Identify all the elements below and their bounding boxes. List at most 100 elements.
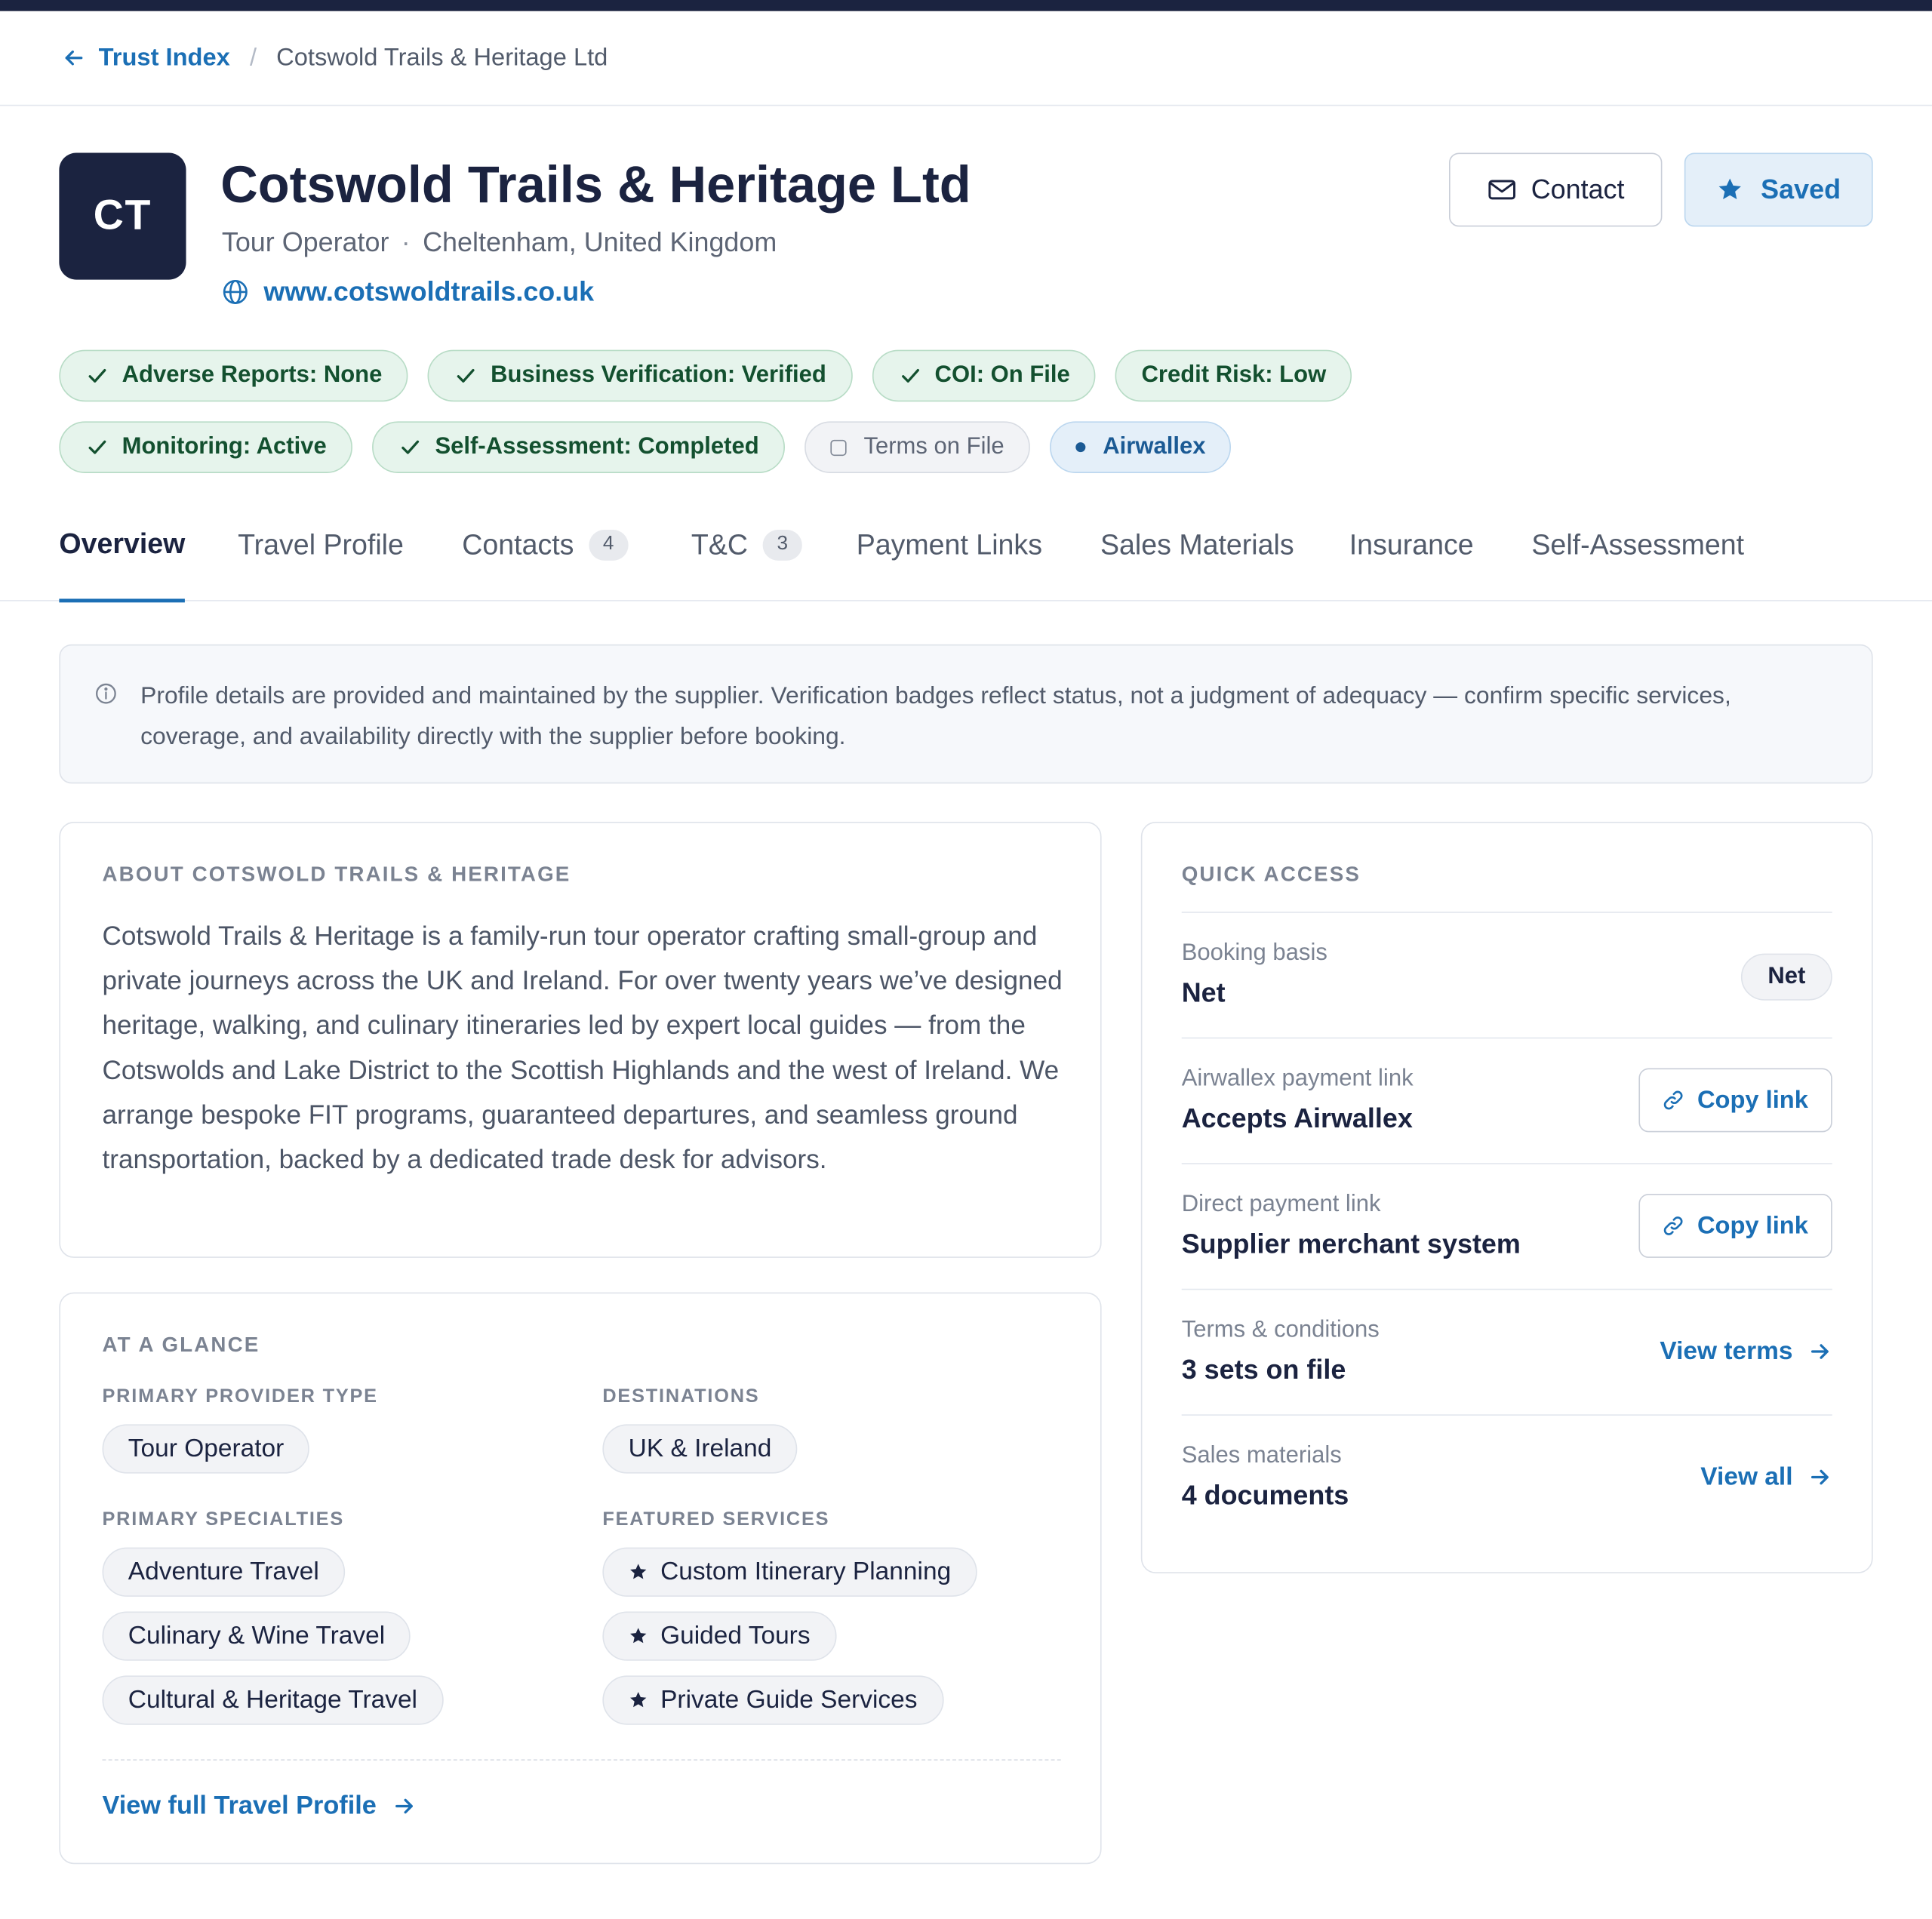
service-chip: Private Guide Services bbox=[602, 1675, 943, 1725]
copy-label: Copy link bbox=[1697, 1086, 1808, 1114]
tab-label: T&C bbox=[691, 527, 749, 561]
tab-overview[interactable]: Overview bbox=[59, 488, 186, 603]
badge-label: Terms on File bbox=[863, 433, 1004, 460]
tab-travel-profile[interactable]: Travel Profile bbox=[238, 488, 404, 601]
row-label: Booking basis bbox=[1181, 940, 1327, 966]
badge-label: Monitoring: Active bbox=[122, 433, 327, 460]
quick-access-heading: Quick access bbox=[1181, 862, 1361, 886]
glance-heading: At a glance bbox=[102, 1333, 260, 1357]
contact-label: Contact bbox=[1531, 174, 1625, 205]
tab-label: Travel Profile bbox=[238, 527, 404, 561]
service-chip: Guided Tours bbox=[602, 1611, 836, 1661]
tab-label: Sales Materials bbox=[1100, 527, 1294, 561]
arrow-right-icon bbox=[1810, 1344, 1829, 1359]
row-label: Terms & conditions bbox=[1181, 1317, 1380, 1343]
chip-label: Guided Tours bbox=[660, 1621, 811, 1650]
booking-basis-pill: Net bbox=[1740, 953, 1832, 1001]
tab-self-assessment[interactable]: Self-Assessment bbox=[1531, 488, 1744, 601]
link-label: View full Travel Profile bbox=[102, 1791, 377, 1820]
chip-label: Private Guide Services bbox=[660, 1685, 918, 1714]
services-label: Featured services bbox=[602, 1508, 830, 1530]
tab-label: Contacts bbox=[462, 527, 574, 561]
about-body: Cotswold Trails & Heritage is a family-r… bbox=[102, 921, 1063, 1174]
destination-chip: UK & Ireland bbox=[602, 1424, 798, 1474]
page-title: Cotswold Trails & Heritage Ltd bbox=[220, 155, 971, 214]
chip-label: Adventure Travel bbox=[128, 1557, 319, 1586]
arrow-left-icon bbox=[65, 50, 83, 66]
link-icon bbox=[1664, 1090, 1684, 1110]
service-chip: Custom Itinerary Planning bbox=[602, 1547, 977, 1597]
chip-label: UK & Ireland bbox=[628, 1434, 772, 1462]
row-value: Accepts Airwallex bbox=[1181, 1103, 1413, 1134]
tab-insurance[interactable]: Insurance bbox=[1349, 488, 1474, 601]
row-value: Net bbox=[1181, 976, 1226, 1008]
tab-payment-links[interactable]: Payment Links bbox=[857, 488, 1042, 601]
copy-airwallex-link-button[interactable]: Copy link bbox=[1638, 1068, 1832, 1133]
link-icon bbox=[1664, 1216, 1684, 1235]
booking-basis-row: Booking basis Net Net bbox=[1181, 912, 1832, 1038]
row-value: 4 documents bbox=[1181, 1479, 1349, 1511]
tab-label: Overview bbox=[59, 526, 186, 559]
star-icon bbox=[630, 1628, 647, 1644]
airwallex-link-row: Airwallex payment link Accepts Airwallex… bbox=[1181, 1037, 1832, 1164]
direct-link-row: Direct payment link Supplier merchant sy… bbox=[1181, 1163, 1832, 1289]
saved-label: Saved bbox=[1761, 174, 1841, 205]
link-label: View terms bbox=[1660, 1336, 1793, 1365]
glance-divider bbox=[102, 1759, 1061, 1761]
specialties-label: Primary specialties bbox=[102, 1508, 345, 1530]
checkbox-icon bbox=[830, 439, 847, 456]
tab-count-badge: 3 bbox=[762, 529, 802, 561]
provider-type-chip: Tour Operator bbox=[102, 1424, 310, 1474]
breadcrumb-current: Cotswold Trails & Heritage Ltd bbox=[276, 43, 608, 71]
saved-button[interactable]: Saved bbox=[1684, 152, 1873, 227]
star-icon bbox=[630, 1564, 647, 1579]
chip-label: Cultural & Heritage Travel bbox=[128, 1685, 418, 1714]
check-icon bbox=[901, 368, 919, 383]
view-terms-link[interactable]: View terms bbox=[1660, 1336, 1832, 1366]
badge-adverse-reports: Adverse Reports: None bbox=[59, 349, 408, 402]
row-value: 3 sets on file bbox=[1181, 1354, 1346, 1385]
tab-sales-materials[interactable]: Sales Materials bbox=[1100, 488, 1294, 601]
tab-label: Insurance bbox=[1349, 527, 1474, 561]
badge-label: Adverse Reports: None bbox=[122, 361, 383, 389]
tab-count-badge: 4 bbox=[589, 529, 629, 561]
view-all-sales-link[interactable]: View all bbox=[1700, 1462, 1832, 1492]
badge-label: Credit Risk: Low bbox=[1141, 361, 1327, 389]
breadcrumb-separator: / bbox=[249, 43, 257, 71]
tab-bar: Overview Travel Profile Contacts 4 T&C 3 P… bbox=[0, 488, 1932, 603]
about-card: About Cotswold Trails & Heritage Cotswol… bbox=[59, 821, 1102, 1258]
company-logo: CT bbox=[59, 152, 186, 280]
check-icon bbox=[88, 368, 106, 383]
badge-airwallex: Airwallex bbox=[1050, 421, 1232, 473]
website-link[interactable]: www.cotswoldtrails.co.uk bbox=[222, 276, 594, 308]
tab-contacts[interactable]: Contacts 4 bbox=[462, 488, 629, 601]
destinations-label: Destinations bbox=[602, 1385, 760, 1407]
about-heading: About Cotswold Trails & Heritage bbox=[102, 862, 571, 886]
badge-business-verification: Business Verification: Verified bbox=[427, 349, 853, 402]
badge-label: Airwallex bbox=[1103, 433, 1206, 460]
contact-button[interactable]: Contact bbox=[1448, 152, 1663, 227]
info-notice: Profile details are provided and maintai… bbox=[59, 644, 1873, 784]
badge-row-2: Monitoring: Active Self-Assessment: Comp… bbox=[59, 421, 1414, 473]
view-travel-profile-link[interactable]: View full Travel Profile bbox=[103, 1791, 417, 1821]
company-location: Cheltenham, United Kingdom bbox=[423, 226, 777, 258]
breadcrumb: Trust Index / Cotswold Trails & Heritage… bbox=[0, 11, 1932, 106]
sales-materials-row: Sales materials 4 documents View all bbox=[1181, 1414, 1832, 1540]
copy-direct-link-button[interactable]: Copy link bbox=[1638, 1194, 1832, 1258]
tab-label: Payment Links bbox=[856, 527, 1042, 561]
info-icon bbox=[96, 683, 116, 704]
page: Trust Index / Cotswold Trails & Heritage… bbox=[0, 0, 1932, 1919]
specialty-chip: Culinary & Wine Travel bbox=[102, 1611, 411, 1661]
provider-type: Tour Operator bbox=[221, 226, 389, 258]
breadcrumb-back-link[interactable]: Trust Index bbox=[62, 44, 230, 72]
row-label: Sales materials bbox=[1181, 1442, 1342, 1469]
star-icon bbox=[630, 1692, 647, 1708]
tab-terms-conditions[interactable]: T&C 3 bbox=[691, 488, 802, 601]
at-a-glance-card: At a glance Primary provider type Tour O… bbox=[59, 1292, 1102, 1865]
profile-header: CT Cotswold Trails & Heritage Ltd Tour O… bbox=[0, 106, 1932, 487]
row-label: Direct payment link bbox=[1181, 1191, 1381, 1218]
notice-text: Profile details are provided and maintai… bbox=[140, 682, 1731, 751]
check-icon bbox=[401, 440, 420, 454]
badge-label: Business Verification: Verified bbox=[491, 361, 826, 389]
dot-icon bbox=[1075, 442, 1086, 453]
